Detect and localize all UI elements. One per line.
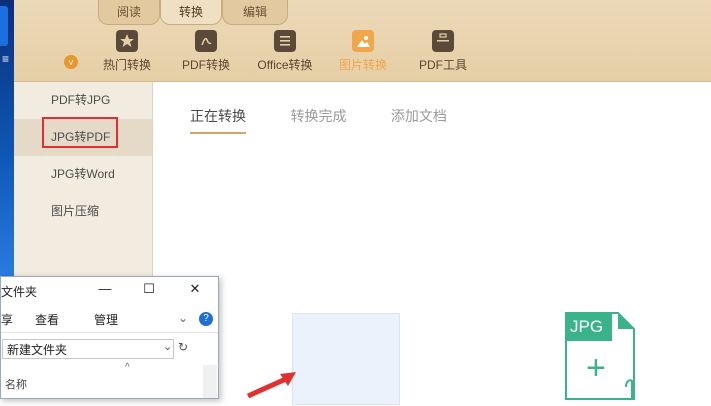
explorer-title: 文件夹 <box>1 285 38 299</box>
main-tabs: 正在转换 转换完成 添加文档 <box>190 106 487 134</box>
highlight-box <box>42 117 118 148</box>
plus-icon: + <box>586 349 606 387</box>
top-toolbar: 阅读 转换 编辑 v 热门转换 PDF转换 Office转换 图片转换 PDF工… <box>14 0 711 82</box>
desktop-icon-label: ≡ <box>2 52 10 66</box>
red-arrow-icon <box>246 372 296 399</box>
pdf-document-icon <box>195 30 217 52</box>
toolbar-item-label: PDF工具 <box>418 58 467 72</box>
refresh-icon[interactable]: ↻ <box>178 340 188 354</box>
menu-share[interactable]: 享 <box>1 311 13 328</box>
maximize-icon[interactable]: ☐ <box>141 281 157 297</box>
toolbar-office-convert[interactable]: Office转换 <box>250 30 320 73</box>
star-document-icon <box>116 30 138 52</box>
image-document-icon <box>352 30 374 52</box>
address-bar[interactable]: 新建文件夹 <box>2 339 174 359</box>
menu-manage[interactable]: 管理 <box>94 311 118 328</box>
jpg-file-icon[interactable]: JPG + <box>564 311 636 401</box>
toolbar-item-label: Office转换 <box>257 58 313 72</box>
tab-edit[interactable]: 编辑 <box>222 0 288 25</box>
file-explorer-window: 文件夹 — ☐ ✕ 享 查看 管理 ⌄ ? 新建文件夹 ⌄ ↻ ^ 名称 <box>0 276 219 399</box>
sidebar-item-pdf-to-jpg[interactable]: PDF转JPG <box>14 82 152 119</box>
toolbar-hot-convert[interactable]: 热门转换 <box>92 30 162 73</box>
sort-up-icon[interactable]: ^ <box>125 362 130 373</box>
toolbox-icon <box>432 30 454 52</box>
file-drop-card[interactable] <box>292 313 400 405</box>
minimize-icon[interactable]: — <box>97 281 113 297</box>
toolbar-item-label: 热门转换 <box>102 58 151 72</box>
tab-read[interactable]: 阅读 <box>98 0 160 25</box>
clock-icon[interactable]: v <box>64 55 78 69</box>
divider <box>1 332 218 333</box>
jpg-badge-text: JPG <box>570 317 604 336</box>
toolbar-pdf-tools[interactable]: PDF工具 <box>408 30 478 73</box>
address-path: 新建文件夹 <box>7 343 68 357</box>
chevron-down-icon[interactable]: ⌄ <box>178 311 188 325</box>
help-icon[interactable]: ? <box>199 312 213 326</box>
tab-convert[interactable]: 转换 <box>160 0 222 25</box>
office-document-icon <box>274 30 296 52</box>
scrollbar[interactable] <box>203 365 217 398</box>
toolbar-image-convert[interactable]: 图片转换 <box>328 30 398 73</box>
menu-view[interactable]: 查看 <box>35 311 59 328</box>
toolbar-item-label: 图片转换 <box>338 58 387 72</box>
tab-add-document[interactable]: 添加文档 <box>391 106 447 132</box>
tab-converting[interactable]: 正在转换 <box>190 106 246 134</box>
dropdown-chevron-icon[interactable]: ⌄ <box>163 340 172 353</box>
toolbar-item-label: PDF转换 <box>181 58 230 72</box>
toolbar-pdf-convert[interactable]: PDF转换 <box>171 30 241 73</box>
desktop-app-icon[interactable] <box>0 6 8 46</box>
column-header-name[interactable]: 名称 <box>5 376 27 392</box>
tab-completed[interactable]: 转换完成 <box>290 106 346 132</box>
sidebar-item-jpg-to-word[interactable]: JPG转Word <box>14 156 152 193</box>
close-icon[interactable]: ✕ <box>187 281 203 297</box>
sidebar-item-image-compress[interactable]: 图片压缩 <box>14 193 152 230</box>
